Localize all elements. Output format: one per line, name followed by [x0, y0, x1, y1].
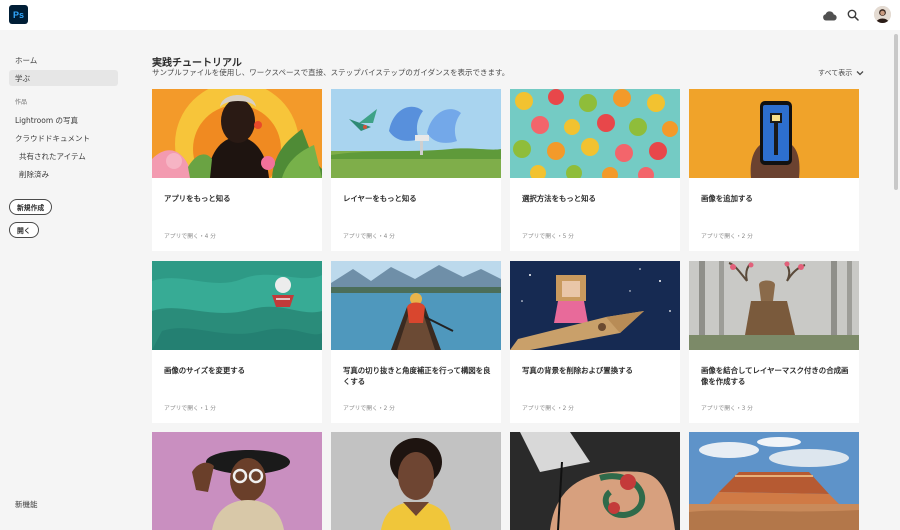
card-thumbnail	[510, 89, 680, 178]
sidebar-item-cloud-documents[interactable]: クラウドドキュメント	[9, 130, 118, 146]
card-thumbnail	[152, 261, 322, 350]
sidebar-item-lightroom-photos[interactable]: Lightroom の写真	[9, 112, 118, 128]
card-meta: アプリで開く・1 分	[164, 406, 216, 412]
sidebar-item-label: 削除済み	[19, 169, 49, 179]
card-title: アプリをもっと知る	[164, 194, 231, 203]
sidebar-item-label: ホーム	[15, 55, 38, 65]
see-all-link[interactable]: すべて表示	[818, 68, 864, 78]
scrollbar[interactable]	[894, 34, 898, 190]
card-title: 選択方法をもっと知る	[522, 194, 596, 203]
card-meta: アプリで開く・3 分	[701, 406, 753, 412]
card-thumbnail	[510, 432, 680, 530]
sidebar-item-deleted[interactable]: 削除済み	[9, 166, 118, 182]
card-thumbnail	[331, 261, 501, 350]
sidebar-item-label: Lightroom の写真	[15, 115, 79, 125]
tutorial-card[interactable]: 画像を追加する アプリで開く・2 分	[689, 89, 859, 251]
top-bar: Ps	[0, 0, 900, 30]
card-thumbnail	[331, 432, 501, 530]
sidebar-item-label: 学ぶ	[15, 73, 30, 83]
sidebar-item-label: 共有されたアイテム	[19, 151, 86, 161]
photoshop-logo[interactable]: Ps	[9, 5, 28, 24]
cloud-icon[interactable]	[821, 7, 837, 23]
card-thumbnail	[689, 89, 859, 178]
card-thumbnail	[510, 261, 680, 350]
card-thumbnail	[152, 432, 322, 530]
search-icon[interactable]	[845, 7, 861, 23]
page-subtitle: サンプルファイルを使用し、ワークスペースで直接、ステップバイステップのガイダンス…	[152, 68, 510, 77]
card-meta: アプリで開く・4 分	[343, 234, 395, 240]
card-title: 画像を追加する	[701, 194, 753, 203]
sidebar-item-label: 新機能	[15, 499, 38, 509]
avatar[interactable]	[874, 6, 891, 23]
card-title: 画像を結合してレイヤーマスク付きの合成画像を作成する	[701, 366, 849, 386]
tutorial-card[interactable]: 写真の背景を削除および置換する アプリで開く・2 分	[510, 261, 680, 423]
sidebar: ホーム 学ぶ 作品 Lightroom の写真 クラウドドキュメント 共有された…	[0, 30, 130, 530]
card-title: 写真の切り抜きと角度補正を行って構図を良くする	[343, 366, 491, 386]
card-title: 写真の背景を削除および置換する	[522, 366, 633, 375]
tutorial-card[interactable]: 画像のサイズを変更する アプリで開く・1 分	[152, 261, 322, 423]
see-all-label: すべて表示	[818, 69, 853, 77]
card-thumbnail	[152, 89, 322, 178]
open-button[interactable]: 開く	[9, 222, 39, 238]
main-content: 実践チュートリアル サンプルファイルを使用し、ワークスペースで直接、ステップバイ…	[130, 30, 890, 530]
card-thumbnail	[689, 432, 859, 530]
tutorial-card[interactable]: 選択方法をもっと知る アプリで開く・5 分	[510, 89, 680, 251]
card-meta: アプリで開く・2 分	[701, 234, 753, 240]
new-button[interactable]: 新規作成	[9, 199, 53, 215]
chevron-down-icon	[856, 71, 864, 76]
tutorial-card[interactable]	[510, 432, 680, 530]
sidebar-item-label: クラウドドキュメント	[15, 133, 90, 143]
tutorial-card[interactable]	[152, 432, 322, 530]
card-thumbnail	[689, 261, 859, 350]
tutorial-card[interactable]	[689, 432, 859, 530]
tutorial-card[interactable]: レイヤーをもっと知る アプリで開く・4 分	[331, 89, 501, 251]
sidebar-item-whats-new[interactable]: 新機能	[9, 496, 118, 512]
card-meta: アプリで開く・2 分	[522, 406, 574, 412]
sidebar-item-home[interactable]: ホーム	[9, 52, 118, 68]
sidebar-section-works: 作品	[15, 99, 28, 106]
card-title: レイヤーをもっと知る	[343, 194, 417, 203]
card-meta: アプリで開く・2 分	[343, 406, 395, 412]
sidebar-item-learn[interactable]: 学ぶ	[9, 70, 118, 86]
card-meta: アプリで開く・5 分	[522, 234, 574, 240]
tutorial-card[interactable]: 写真の切り抜きと角度補正を行って構図を良くする アプリで開く・2 分	[331, 261, 501, 423]
tutorial-card[interactable]: アプリをもっと知る アプリで開く・4 分	[152, 89, 322, 251]
card-title: 画像のサイズを変更する	[164, 366, 246, 375]
tutorial-card[interactable]: 画像を結合してレイヤーマスク付きの合成画像を作成する アプリで開く・3 分	[689, 261, 859, 423]
card-meta: アプリで開く・4 分	[164, 234, 216, 240]
sidebar-item-shared[interactable]: 共有されたアイテム	[9, 148, 118, 164]
tutorial-card[interactable]	[331, 432, 501, 530]
card-thumbnail	[331, 89, 501, 178]
